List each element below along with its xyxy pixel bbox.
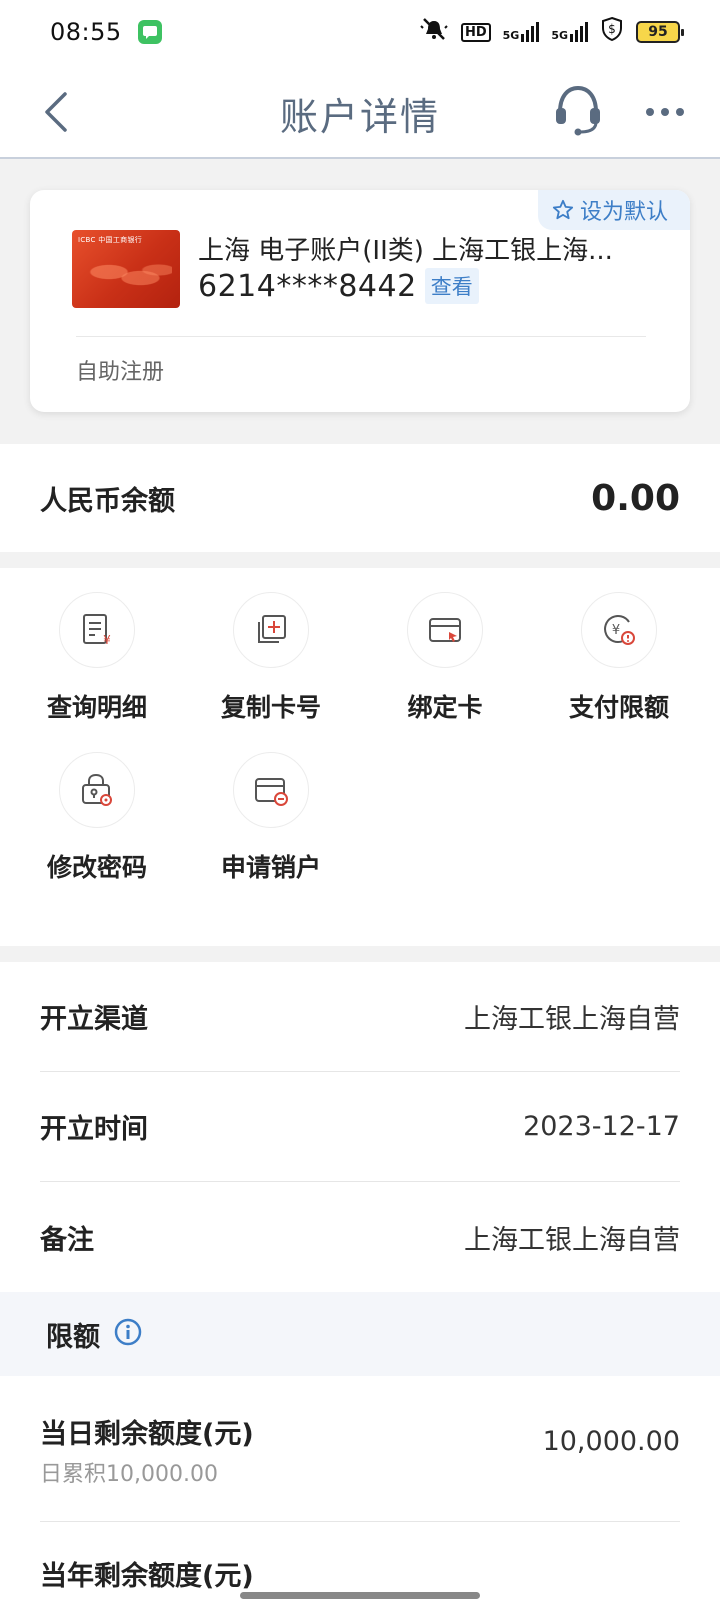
info-value: 上海工银上海自营 xyxy=(464,1224,680,1256)
bank-card-image: ICBC 中国工商银行 xyxy=(72,230,180,308)
hd-icon: HD xyxy=(460,22,491,42)
dot xyxy=(661,108,669,116)
balance-section: 人民币余额 0.00 xyxy=(0,444,720,552)
registration-type: 自助注册 xyxy=(76,360,165,385)
nav-header: 账户详情 xyxy=(0,64,720,159)
func-label: 绑定卡 xyxy=(407,693,483,722)
card-number: 6214****8442 xyxy=(198,268,417,304)
signal-5g-icon-2: 5G xyxy=(551,22,588,42)
bank-logo-text: ICBC 中国工商银行 xyxy=(78,236,143,244)
mute-icon xyxy=(419,17,449,47)
limit-section: 当日剩余额度(元) 日累积10,000.00 10,000.00 当年剩余额度(… xyxy=(0,1376,720,1612)
battery-icon: 95 xyxy=(636,21,684,43)
divider xyxy=(76,336,646,337)
view-card-number-button[interactable]: 查看 xyxy=(424,268,479,304)
limit-header: 限额 xyxy=(0,1292,720,1376)
status-bar: 08:55 HD 5G 5G $ 95 xyxy=(0,0,720,64)
info-label: 开立渠道 xyxy=(40,1004,148,1035)
limit-label-yearly: 当年剩余额度(元) xyxy=(40,1561,254,1592)
func-label: 申请销户 xyxy=(220,853,321,882)
more-options-button[interactable] xyxy=(640,92,690,132)
statement-icon: ¥ xyxy=(59,592,135,668)
info-row-open-date: 开立时间 2023-12-17 xyxy=(40,1072,680,1182)
signal-5g-icon: 5G xyxy=(503,22,540,42)
home-indicator[interactable] xyxy=(240,1592,480,1599)
func-label: 修改密码 xyxy=(46,853,147,882)
customer-service-button[interactable] xyxy=(552,82,604,138)
svg-text:¥: ¥ xyxy=(612,623,620,638)
account-info-section: 开立渠道 上海工银上海自营 开立时间 2023-12-17 备注 上海工银上海自… xyxy=(0,962,720,1292)
info-icon[interactable] xyxy=(114,1318,142,1350)
card-number-row: 6214****8442 查看 xyxy=(198,268,479,304)
payment-limit-icon: ¥ xyxy=(581,592,657,668)
info-label: 备注 xyxy=(40,1224,94,1256)
set-default-button[interactable]: 设为默认 xyxy=(537,190,690,230)
func-close-account[interactable]: 申请销户 xyxy=(184,752,358,902)
info-label: 开立时间 xyxy=(40,1114,148,1145)
info-value: 上海工银上海自营 xyxy=(464,1004,680,1035)
func-label: 支付限额 xyxy=(568,693,669,722)
func-change-password[interactable]: 修改密码 xyxy=(10,752,184,902)
svg-text:¥: ¥ xyxy=(103,633,111,647)
shield-dollar-icon: $ xyxy=(600,16,624,48)
status-time: 08:55 xyxy=(50,18,122,46)
page-title: 账户详情 xyxy=(279,95,440,139)
limit-row-daily: 当日剩余额度(元) 日累积10,000.00 10,000.00 xyxy=(40,1376,680,1522)
function-grid: ¥ 查询明细 复制卡号 绑定卡 ¥ 支付限额 修改密码 申请销户 xyxy=(0,568,720,946)
star-icon xyxy=(552,199,574,220)
limit-label: 当日剩余额度(元) xyxy=(40,1419,254,1450)
limit-sub: 日累积10,000.00 xyxy=(40,1462,218,1487)
func-payment-limit[interactable]: ¥ 支付限额 xyxy=(532,592,706,742)
balance-value: 0.00 xyxy=(591,477,680,519)
balance-label: 人民币余额 xyxy=(40,485,175,517)
world-map-decoration xyxy=(82,256,172,296)
bind-card-icon xyxy=(407,592,483,668)
func-copy-card-number[interactable]: 复制卡号 xyxy=(184,592,358,742)
message-app-icon xyxy=(137,20,162,44)
password-icon xyxy=(59,752,135,828)
func-query-statement[interactable]: ¥ 查询明细 xyxy=(10,592,184,742)
info-value: 2023-12-17 xyxy=(523,1111,680,1142)
info-row-remark: 备注 上海工银上海自营 xyxy=(40,1182,680,1292)
info-row-channel: 开立渠道 上海工银上海自营 xyxy=(40,962,680,1072)
dot xyxy=(646,108,654,116)
account-name: 上海 电子账户(II类) 上海工银上海... xyxy=(198,236,613,266)
close-account-icon xyxy=(233,752,309,828)
svg-text:$: $ xyxy=(608,22,616,36)
set-default-label: 设为默认 xyxy=(579,200,668,225)
dot xyxy=(676,108,684,116)
headset-icon xyxy=(556,85,600,136)
limit-title: 限额 xyxy=(46,1321,100,1353)
func-label: 查询明细 xyxy=(46,693,147,722)
account-card: 设为默认 ICBC 中国工商银行 上海 电子账户(II类) 上海工银上海... … xyxy=(30,190,690,412)
limit-value: 10,000.00 xyxy=(542,1426,680,1457)
copy-icon xyxy=(233,592,309,668)
func-bind-card[interactable]: 绑定卡 xyxy=(358,592,532,742)
func-label: 复制卡号 xyxy=(220,693,321,722)
